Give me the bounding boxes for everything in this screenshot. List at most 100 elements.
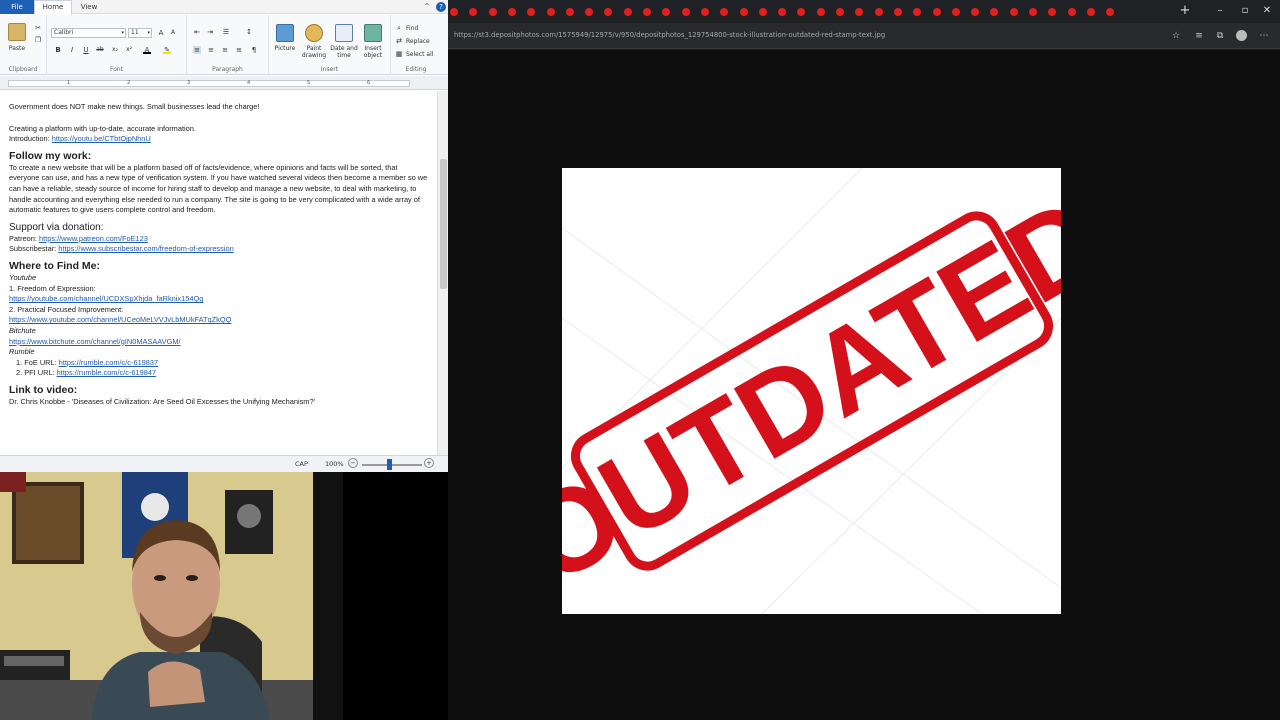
shrink-font-icon[interactable]: A xyxy=(169,29,177,37)
maximize-icon[interactable]: ▫ xyxy=(1238,4,1252,18)
find-icon[interactable]: ⌕ xyxy=(395,24,403,32)
browser-tab[interactable] xyxy=(816,4,833,19)
select-all-button[interactable]: Select all xyxy=(406,51,433,58)
minimize-ribbon-icon[interactable]: ⌃ xyxy=(422,2,432,12)
browser-tab[interactable] xyxy=(758,4,775,19)
browser-tab[interactable] xyxy=(913,4,929,19)
paragraph-icon[interactable]: ¶ xyxy=(250,46,258,54)
vertical-scrollbar[interactable] xyxy=(437,91,448,455)
increase-indent-icon[interactable]: ⇥ xyxy=(206,28,214,36)
new-tab-icon[interactable]: + xyxy=(1178,4,1192,18)
copy-icon[interactable]: ❐ xyxy=(34,36,42,44)
paint-drawing-icon[interactable] xyxy=(305,24,323,42)
browser-tab[interactable] xyxy=(1086,4,1103,19)
browser-tab[interactable] xyxy=(681,4,698,19)
browser-tab[interactable] xyxy=(604,4,620,19)
close-icon[interactable]: ✕ xyxy=(1260,4,1274,18)
more-icon[interactable]: ⋯ xyxy=(1258,30,1270,42)
rumble-foe-link[interactable]: https://rumble.com/c/c-619837 xyxy=(59,358,158,367)
browser-tab[interactable] xyxy=(855,4,871,19)
grow-font-icon[interactable]: A xyxy=(157,29,165,37)
patreon-link[interactable]: https://www.patreon.com/FoE123 xyxy=(39,234,148,243)
cut-icon[interactable]: ✂ xyxy=(34,24,42,32)
browser-tab[interactable] xyxy=(1106,4,1122,19)
help-icon[interactable]: ? xyxy=(436,2,446,12)
browser-tab[interactable] xyxy=(932,4,949,19)
decrease-indent-icon[interactable]: ⇤ xyxy=(193,28,201,36)
browser-tab[interactable] xyxy=(643,4,659,19)
browser-tab[interactable] xyxy=(527,4,543,19)
underline-icon[interactable]: U xyxy=(82,46,90,54)
font-size-select[interactable]: 11 ▾ xyxy=(128,28,152,38)
replace-button[interactable]: Replace xyxy=(406,38,430,45)
foe-link[interactable]: https://youtube.com/channel/UCDXSpXhjda_… xyxy=(9,294,428,305)
browser-tab[interactable] xyxy=(874,4,891,19)
browser-tab[interactable] xyxy=(951,4,968,19)
scrollbar-thumb[interactable] xyxy=(440,159,447,289)
browser-tab[interactable] xyxy=(469,4,485,19)
browser-tab[interactable] xyxy=(700,4,717,19)
select-all-icon[interactable]: ▦ xyxy=(395,50,403,58)
zoom-out-icon[interactable]: − xyxy=(348,458,358,468)
favorites-icon[interactable]: ≡ xyxy=(1193,30,1205,42)
browser-tab[interactable] xyxy=(739,4,756,19)
browser-tab[interactable] xyxy=(990,4,1006,19)
browser-tab[interactable] xyxy=(662,4,678,19)
profile-avatar[interactable] xyxy=(1236,30,1247,41)
rumble-pfi-link[interactable]: https://rumble.com/c/c-619847 xyxy=(57,368,156,377)
browser-tab[interactable] xyxy=(623,4,640,19)
browser-tab[interactable] xyxy=(778,4,794,19)
replace-icon[interactable]: ⇄ xyxy=(395,37,403,45)
align-center-icon[interactable]: ≡ xyxy=(207,46,215,54)
calendar-icon[interactable] xyxy=(335,24,353,42)
address-bar[interactable]: https://st3.depositphotos.com/1575949/12… xyxy=(448,23,1280,49)
strikethrough-icon[interactable]: ab xyxy=(96,46,104,54)
italic-icon[interactable]: I xyxy=(68,46,76,54)
browser-tab[interactable] xyxy=(546,4,563,19)
text-color-icon[interactable]: A xyxy=(143,46,151,54)
highlight-icon[interactable]: ✎ xyxy=(163,46,171,54)
ruler[interactable]: 1 2 3 4 5 6 xyxy=(0,76,448,90)
bitchute-link[interactable]: https://www.bitchute.com/channel/gIN0MAS… xyxy=(9,337,428,348)
collections-icon[interactable]: ⧉ xyxy=(1214,30,1226,42)
justify-icon[interactable]: ≡ xyxy=(235,46,243,54)
browser-tab[interactable] xyxy=(797,4,813,19)
browser-tab[interactable] xyxy=(1009,4,1026,19)
align-right-icon[interactable]: ≡ xyxy=(221,46,229,54)
intro-link[interactable]: https://youtu.be/CTbtOjpNhnU xyxy=(52,134,151,143)
tab-view[interactable]: View xyxy=(72,0,106,14)
browser-tab[interactable] xyxy=(971,4,987,19)
browser-tab[interactable] xyxy=(585,4,601,19)
browser-tab[interactable] xyxy=(1048,4,1064,19)
picture-button[interactable]: Picture xyxy=(269,45,301,52)
browser-tab[interactable] xyxy=(1029,4,1045,19)
star-icon[interactable]: ☆ xyxy=(1170,30,1182,42)
align-left-icon[interactable]: ≡ xyxy=(193,46,201,54)
tab-file[interactable]: File xyxy=(0,0,34,14)
zoom-in-icon[interactable]: + xyxy=(424,458,434,468)
paste-button[interactable]: Paste xyxy=(2,45,32,52)
browser-tab[interactable] xyxy=(836,4,852,19)
browser-tab[interactable] xyxy=(720,4,736,19)
zoom-slider[interactable] xyxy=(362,464,422,466)
browser-tab[interactable] xyxy=(565,4,582,19)
picture-icon[interactable] xyxy=(276,24,294,42)
bullets-icon[interactable]: ☰ xyxy=(222,28,230,36)
subscript-icon[interactable]: x₂ xyxy=(111,46,119,54)
insert-object-icon[interactable] xyxy=(364,24,382,42)
tab-home[interactable]: Home xyxy=(34,0,72,15)
minimize-icon[interactable]: – xyxy=(1213,4,1227,18)
date-time-button[interactable]: Date and time xyxy=(328,45,360,59)
paste-icon[interactable] xyxy=(8,23,26,41)
browser-tab[interactable] xyxy=(507,4,524,19)
browser-tab[interactable] xyxy=(893,4,910,19)
address-url[interactable]: https://st3.depositphotos.com/1575949/12… xyxy=(454,31,885,39)
zoom-slider-handle[interactable] xyxy=(387,459,392,470)
find-button[interactable]: Find xyxy=(406,25,418,32)
browser-tab[interactable] xyxy=(488,4,505,19)
bold-icon[interactable]: B xyxy=(54,46,62,54)
superscript-icon[interactable]: x² xyxy=(125,46,133,54)
browser-tab[interactable] xyxy=(450,4,466,19)
document-body[interactable]: Government does NOT make new things. Sma… xyxy=(0,91,437,455)
font-family-select[interactable]: Calibri ▾ xyxy=(51,28,126,38)
